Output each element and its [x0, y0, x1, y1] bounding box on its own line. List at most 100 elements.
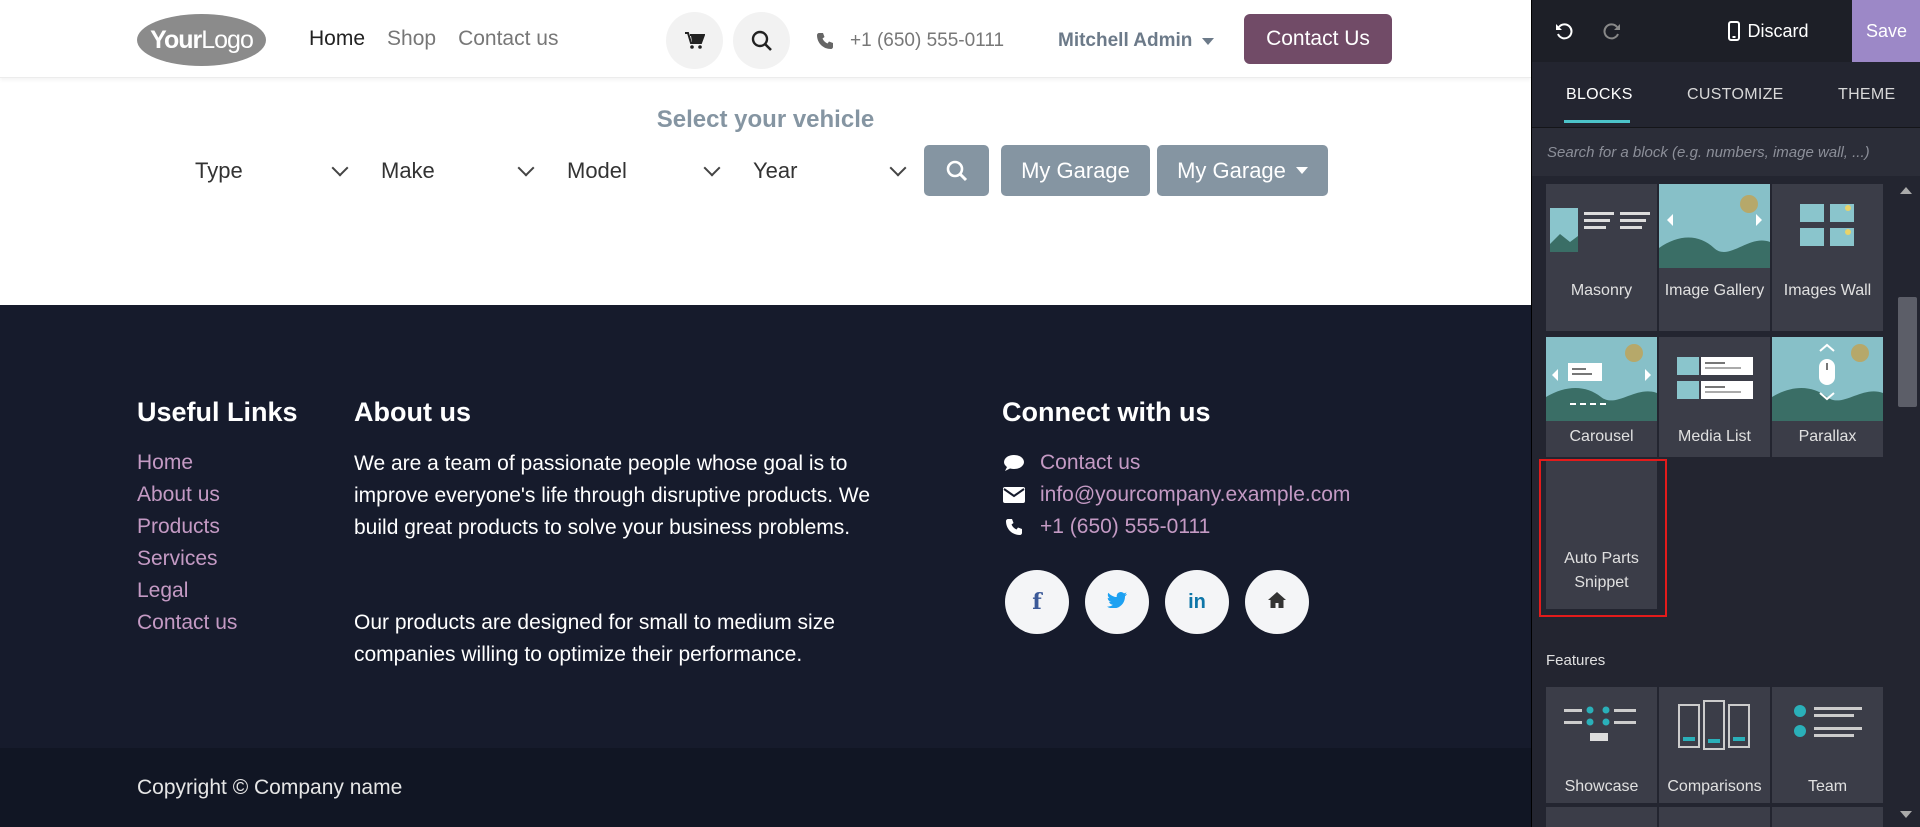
block-masonry-label: Masonry [1570, 282, 1633, 299]
phone-icon [817, 33, 833, 49]
block-auto-parts-snippet-label: Auto Parts Snippet [1564, 550, 1639, 591]
header-phone[interactable]: +1 (650) 555-0111 [816, 30, 1004, 52]
footer-link-about[interactable]: About us [137, 482, 237, 507]
chevron-down-icon [1202, 37, 1215, 45]
copyright-text: Copyright © Company name [137, 776, 403, 799]
block-carousel[interactable]: Carousel [1546, 337, 1657, 457]
vehicle-selects: Type Make Model Year [178, 146, 922, 196]
website-preview: Your Logo Home Shop Contact us +1 (650) 5… [0, 0, 1531, 827]
contact-us-button[interactable]: Contact Us [1244, 14, 1392, 64]
scroll-up-icon[interactable] [1900, 187, 1912, 194]
footer-link-home[interactable]: Home [137, 450, 237, 475]
cart-button[interactable] [666, 12, 723, 69]
search-button[interactable] [733, 12, 790, 69]
block-carousel-label: Carousel [1569, 428, 1634, 445]
my-garage-dropdown-label: My Garage [1177, 157, 1286, 183]
block-images-wall-label: Images Wall [1783, 282, 1872, 299]
block-image-gallery[interactable]: Image Gallery [1659, 184, 1770, 331]
footer-link-legal[interactable]: Legal [137, 578, 237, 603]
block-parallax-label: Parallax [1798, 428, 1857, 445]
block-masonry[interactable]: Masonry [1546, 184, 1657, 331]
image-gallery-thumbnail [1659, 184, 1770, 268]
user-name: Mitchell Admin [1058, 30, 1193, 51]
connect-phone-text: +1 (650) 555-0111 [1040, 515, 1211, 538]
tab-blocks[interactable]: BLOCKS [1566, 86, 1633, 104]
nav-shop[interactable]: Shop [387, 27, 436, 51]
block-next-row-3[interactable] [1772, 807, 1883, 827]
facebook-button[interactable]: f [1005, 570, 1069, 634]
blocks-scrollbar[interactable] [1895, 184, 1920, 827]
tab-theme[interactable]: THEME [1838, 86, 1896, 104]
connect-contact-text: Contact us [1040, 451, 1141, 474]
search-icon [946, 160, 967, 181]
main-nav: Home Shop Contact us [309, 27, 558, 51]
block-team[interactable]: Team [1772, 687, 1883, 803]
about-heading: About us [354, 397, 471, 427]
tab-customize[interactable]: CUSTOMIZE [1687, 86, 1784, 104]
editor-topbar: Discard Save [1532, 0, 1920, 62]
model-select-label: Model [567, 158, 627, 183]
vehicle-selector-title: Select your vehicle [656, 106, 875, 133]
block-next-row-2[interactable] [1659, 807, 1770, 827]
block-showcase-label: Showcase [1564, 778, 1639, 795]
block-parallax[interactable]: Parallax [1772, 337, 1883, 457]
home-icon [1268, 591, 1286, 614]
scrollbar-thumb[interactable] [1898, 297, 1917, 407]
year-select-label: Year [753, 158, 798, 183]
useful-links-heading: Useful Links [137, 397, 298, 427]
block-next-row-1[interactable] [1546, 807, 1657, 827]
about-paragraph-2: Our products are designed for small to m… [354, 611, 835, 666]
model-select[interactable]: Model [550, 146, 736, 196]
cart-icon [684, 31, 705, 49]
block-auto-parts-snippet[interactable]: Auto Parts Snippet [1546, 461, 1657, 609]
nav-home[interactable]: Home [309, 27, 365, 51]
connect-heading: Connect with us [1002, 397, 1211, 427]
search-icon [751, 30, 772, 51]
twitter-button[interactable] [1085, 570, 1149, 634]
footer-link-contact[interactable]: Contact us [137, 610, 237, 635]
nav-contact-us[interactable]: Contact us [458, 27, 558, 51]
footer-link-services[interactable]: Services [137, 546, 237, 571]
my-garage-button[interactable]: My Garage [1001, 145, 1150, 196]
footer-link-products[interactable]: Products [137, 514, 237, 539]
block-search-input[interactable] [1547, 143, 1920, 161]
connect-email-text: info@yourcompany.example.com [1040, 483, 1351, 506]
copyright-bar: Copyright © Company name [0, 748, 1531, 827]
parallax-thumbnail [1772, 337, 1883, 421]
make-select-label: Make [381, 158, 435, 183]
discard-button[interactable]: Discard [1731, 0, 1825, 62]
media-list-thumbnail [1677, 357, 1753, 399]
connect-phone-link[interactable]: +1 (650) 555-0111 [1002, 514, 1350, 539]
linkedin-button[interactable]: in [1165, 570, 1229, 634]
site-logo[interactable]: Your Logo [137, 14, 266, 66]
chevron-down-icon [331, 159, 349, 177]
type-select-label: Type [195, 158, 243, 183]
redo-button[interactable] [1592, 0, 1632, 62]
vehicle-search-button[interactable] [924, 145, 989, 196]
undo-button[interactable] [1544, 0, 1584, 62]
year-select[interactable]: Year [736, 146, 922, 196]
useful-links-list: Home About us Products Services Legal Co… [137, 450, 237, 635]
block-comparisons-label: Comparisons [1667, 778, 1762, 795]
connect-contact-link[interactable]: Contact us [1002, 450, 1350, 475]
logo-text-bold: Your [150, 25, 202, 54]
type-select[interactable]: Type [178, 146, 364, 196]
my-garage-dropdown[interactable]: My Garage [1157, 145, 1328, 196]
chevron-down-icon [889, 159, 907, 177]
social-links: f in [1005, 570, 1309, 634]
phone-icon [1002, 518, 1026, 536]
block-showcase[interactable]: Showcase [1546, 687, 1657, 803]
block-team-label: Team [1807, 778, 1848, 795]
user-menu[interactable]: Mitchell Admin [1058, 30, 1215, 52]
block-comparisons[interactable]: Comparisons [1659, 687, 1770, 803]
block-images-wall[interactable]: Images Wall [1772, 184, 1883, 331]
scroll-down-icon[interactable] [1900, 811, 1912, 818]
team-thumbnail [1794, 705, 1862, 737]
save-button[interactable]: Save [1852, 0, 1920, 62]
undo-icon [1556, 23, 1573, 40]
home-button[interactable] [1245, 570, 1309, 634]
make-select[interactable]: Make [364, 146, 550, 196]
showcase-thumbnail [1564, 706, 1636, 741]
block-media-list[interactable]: Media List [1659, 337, 1770, 457]
connect-email-link[interactable]: info@yourcompany.example.com [1002, 482, 1350, 507]
